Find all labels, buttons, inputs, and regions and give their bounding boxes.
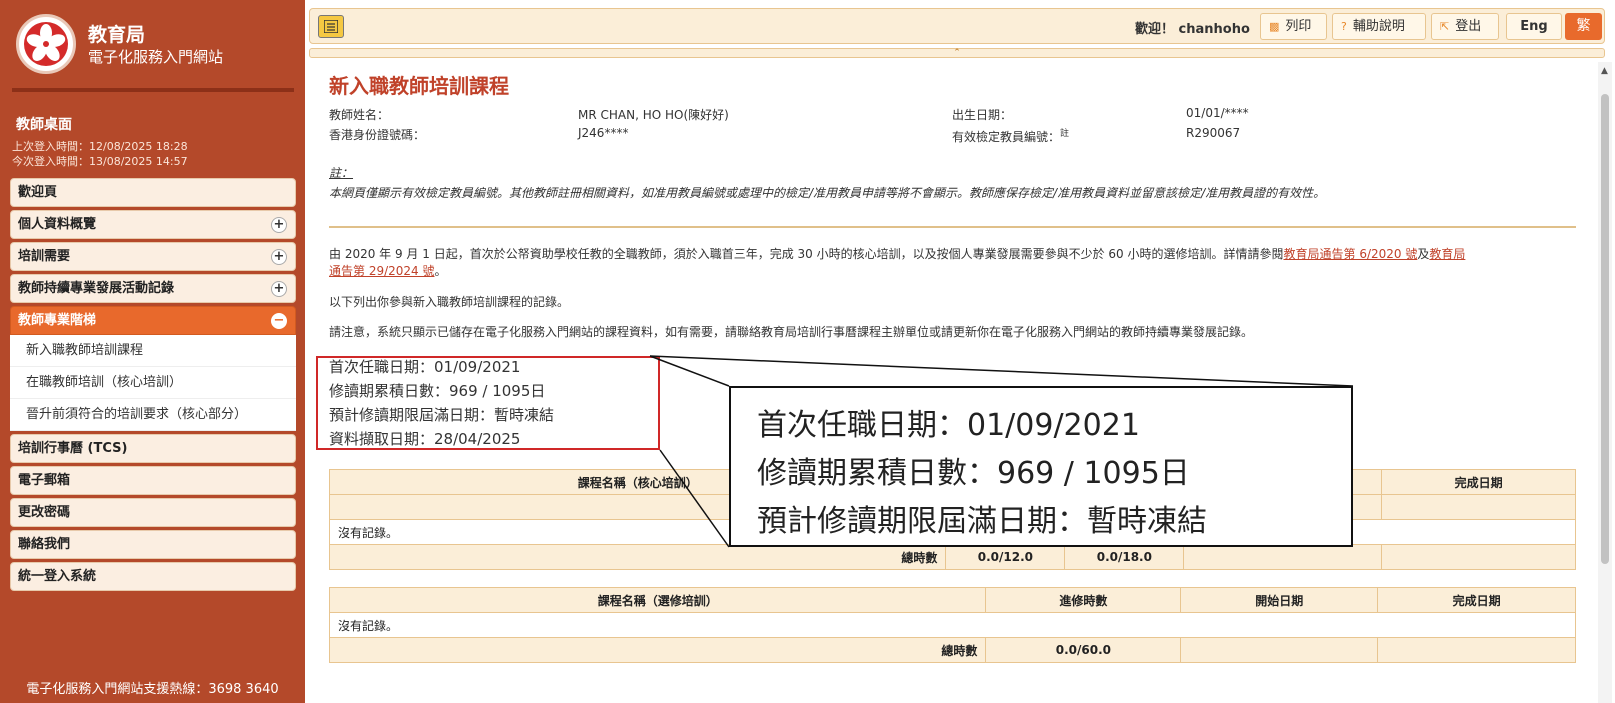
column-header: 進修時數 — [985, 587, 1182, 613]
divider — [329, 226, 1576, 228]
sidebar-item-label: 歡迎頁 — [18, 185, 58, 200]
desk-title: 教師桌面 — [16, 117, 72, 133]
sidebar-item-professional-ladder[interactable]: 教師專業階梯 − — [10, 306, 296, 335]
sidebar-item-profile[interactable]: 個人資料概覽 + — [10, 210, 296, 239]
table-header-row: 課程名稱（選修培訓） 進修時數 開始日期 完成日期 — [328, 587, 1576, 613]
submenu-item-core-training[interactable]: 在職教師培訓（核心培訓） — [10, 367, 296, 399]
sidebar: 教育局 電子化服務入門網站 教師桌面 上次登入時間：12/08/2025 18:… — [0, 0, 305, 703]
scroll-up-arrow-icon[interactable]: ▲ — [1601, 66, 1608, 76]
total-hours-value: 0.0/12.0 — [945, 544, 1066, 570]
note-label: 註： — [329, 166, 354, 180]
column-header: 完成日期 — [1381, 469, 1576, 495]
collapse-header-toggle[interactable]: ⌃ — [309, 48, 1605, 58]
expand-plus-icon[interactable]: + — [271, 249, 287, 265]
sidebar-item-label: 統一登入系統 — [18, 569, 97, 584]
edb-logo[interactable]: 教育局 電子化服務入門網站 — [16, 12, 286, 74]
sidebar-item-unified-login[interactable]: 統一登入系統 — [10, 562, 296, 591]
support-hotline: 電子化服務入門網站支援熱線：3698 3640 — [26, 682, 279, 697]
zoom-first-appointment-date: 首次任職日期：01/09/2021 — [757, 408, 1140, 443]
submenu-item-new-teacher-training[interactable]: 新入職教師培訓課程 — [10, 335, 296, 367]
registration-label: 有效檢定教員編號：註 — [952, 129, 1070, 144]
sidebar-item-label: 培訓行事曆 (TCS) — [18, 441, 128, 456]
zoom-accumulated-days: 修讀期累積日數：969 / 1095日 — [757, 456, 1190, 491]
teacher-name-value: MR CHAN, HO HO(陳好好) — [578, 108, 729, 122]
policy-paragraph: 由 2020 年 9 月 1 日起，首次於公帑資助學校任教的全職教師，須於入職首… — [329, 247, 1466, 278]
sidebar-item-email[interactable]: 電子郵箱 — [10, 466, 296, 495]
collapse-minus-icon[interactable]: − — [271, 313, 287, 329]
expand-plus-icon[interactable]: + — [271, 217, 287, 233]
sidebar-item-label: 培訓需要 — [18, 249, 71, 264]
total-row: 總時數 0.0/60.0 — [328, 637, 1576, 663]
sidebar-item-label: 電子郵箱 — [18, 473, 71, 488]
highlight-box — [316, 356, 660, 450]
submenu-item-promotion-requirements[interactable]: 晉升前須符合的培訓要求（核心部分） — [10, 399, 296, 431]
sidebar-item-contact-us[interactable]: 聯絡我們 — [10, 530, 296, 559]
total-label: 總時數 — [328, 544, 947, 570]
column-header: 完成日期 — [1377, 587, 1576, 613]
table-row: 沒有記錄。 — [329, 612, 1576, 638]
expand-plus-icon[interactable]: + — [271, 281, 287, 297]
zoom-expiry-date: 預計修讀期限屆滿日期：暫時凍結 — [757, 504, 1207, 539]
sidebar-menu: 歡迎頁 個人資料概覽 + 培訓需要 + 教師持續專業發展活動記錄 + 教師專業階… — [10, 178, 296, 594]
zoom-callout: 首次任職日期：01/09/2021 修讀期累積日數：969 / 1095日 預計… — [729, 386, 1353, 547]
column-header: 課程名稱（選修培訓） — [328, 587, 987, 613]
sidebar-item-welcome[interactable]: 歡迎頁 — [10, 178, 296, 207]
note-mark: 註 — [1060, 129, 1070, 139]
scrollbar-thumb[interactable] — [1601, 94, 1609, 564]
hkid-label: 香港身份證號碼： — [329, 128, 426, 142]
sidebar-item-label: 個人資料概覽 — [18, 217, 97, 232]
print-button[interactable]: ▩ 列印 — [1260, 13, 1327, 40]
bauhinia-emblem-icon — [16, 14, 76, 74]
elective-training-table: 課程名稱（選修培訓） 進修時數 開始日期 完成日期 沒有記錄。 總時數 0.0/… — [328, 587, 1576, 663]
sidebar-item-training-needs[interactable]: 培訓需要 + — [10, 242, 296, 271]
sidebar-item-tcs[interactable]: 培訓行事曆 (TCS) — [10, 434, 296, 463]
dob-value: 01/01/**** — [1186, 106, 1249, 120]
teacher-name-label: 教師姓名： — [329, 108, 390, 122]
help-icon: ? — [1341, 20, 1347, 33]
system-notice: 請注意，系統只顯示已儲存在電子化服務入門網站的課程資料，如有需要，請聯絡教育局培… — [329, 325, 1254, 339]
sidebar-item-cpd-records[interactable]: 教師持續專業發展活動記錄 + — [10, 274, 296, 303]
welcome-user: 歡迎！ chanhoho — [1135, 22, 1250, 37]
column-header: 開始日期 — [1180, 587, 1379, 613]
sidebar-item-change-password[interactable]: 更改密碼 — [10, 498, 296, 527]
total-hours-value: 0.0/60.0 — [985, 637, 1182, 663]
top-bar: 歡迎！ chanhoho ▩ 列印 ? 輔助說明 ⇱ 登出 Eng 繁 — [309, 8, 1605, 44]
total-hours-value: 0.0/18.0 — [1064, 544, 1185, 570]
dob-label: 出生日期： — [952, 108, 1013, 122]
last-login-time: 上次登入時間：12/08/2025 18:28 — [12, 140, 188, 153]
lang-chinese-button[interactable]: 繁 — [1565, 13, 1602, 40]
sidebar-item-label: 教師專業階梯 — [18, 313, 97, 328]
hkid-value: J246**** — [578, 126, 629, 140]
logout-icon: ⇱ — [1440, 20, 1450, 33]
divider — [12, 88, 294, 92]
records-intro: 以下列出你參與新入職教師培訓課程的記錄。 — [329, 295, 570, 309]
sidebar-item-label: 更改密碼 — [18, 505, 71, 520]
lang-english-button[interactable]: Eng — [1506, 13, 1562, 40]
circular-6-2020-link[interactable]: 教育局通告第 6/2020 號 — [1284, 247, 1418, 261]
chevron-up-icon: ⌃ — [953, 48, 961, 58]
this-login-time: 今次登入時間：13/08/2025 14:57 — [12, 155, 188, 168]
note-text: 本網頁僅顯示有效檢定教員編號。其他教師註冊相關資料，如准用教員編號或處理中的檢定… — [329, 186, 1326, 200]
sidebar-item-label: 聯絡我們 — [18, 537, 71, 552]
total-row: 總時數 0.0/12.0 0.0/18.0 — [328, 544, 1576, 570]
page-title: 新入職教師培訓課程 — [329, 74, 509, 98]
print-icon: ▩ — [1269, 20, 1280, 33]
logout-button[interactable]: ⇱ 登出 — [1431, 13, 1499, 40]
list-icon — [324, 20, 338, 33]
sidebar-item-label: 教師持續專業發展活動記錄 — [18, 281, 175, 296]
menu-toggle-button[interactable] — [318, 15, 344, 38]
total-label: 總時數 — [328, 637, 987, 663]
registration-number: R290067 — [1186, 126, 1241, 140]
vertical-scrollbar[interactable]: ▲ — [1598, 62, 1612, 703]
logo-subtitle: 電子化服務入門網站 — [88, 48, 224, 66]
submenu: 新入職教師培訓課程 在職教師培訓（核心培訓） 晉升前須符合的培訓要求（核心部分） — [10, 335, 296, 431]
no-record-text: 沒有記錄。 — [329, 612, 1576, 638]
help-button[interactable]: ? 輔助說明 — [1332, 13, 1426, 40]
logo-title: 教育局 — [88, 24, 146, 46]
